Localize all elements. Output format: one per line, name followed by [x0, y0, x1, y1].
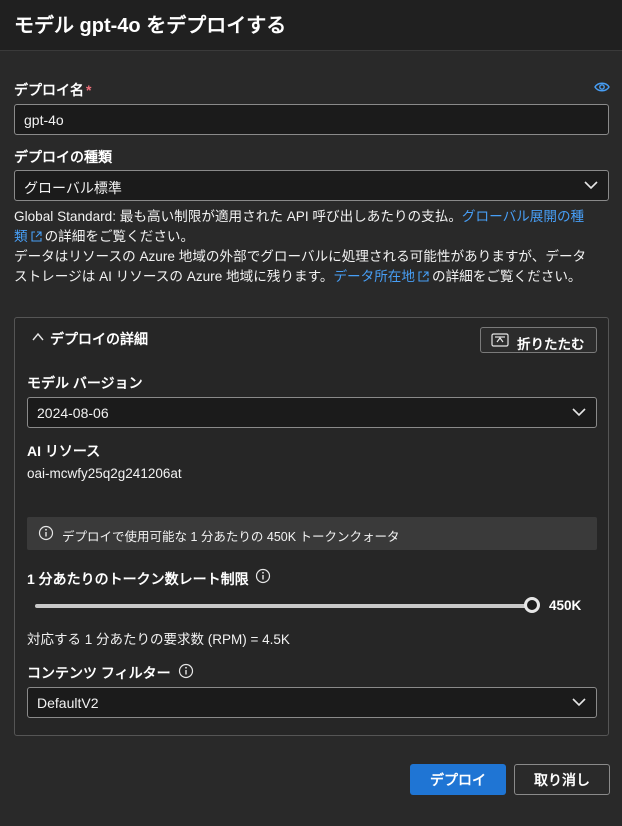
description-line-3: データはリソースの Azure 地域の外部でグローバルに処理される可能性がありま…	[14, 249, 587, 264]
external-link-icon	[31, 231, 42, 242]
content-filter-value: DefaultV2	[37, 695, 99, 711]
model-version-label: モデル バージョン	[27, 375, 143, 391]
content-filter-select[interactable]: DefaultV2	[27, 687, 597, 718]
deploy-type-value: グローバル標準	[24, 180, 122, 196]
description-text-4: ストレージは AI リソースの Azure 地域に残ります。	[14, 269, 334, 284]
details-title: デプロイの詳細	[50, 331, 148, 347]
rate-limit-label: 1 分あたりのトークン数レート制限	[27, 571, 249, 587]
collapse-button[interactable]: 折りたたむ	[480, 327, 597, 353]
description-line-2: 類 の詳細をご覧ください。	[14, 227, 614, 247]
chevron-up-icon[interactable]	[32, 332, 44, 342]
content-filter-label: コンテンツ フィルター	[27, 665, 171, 681]
global-deployment-link[interactable]: グローバル展開の種	[462, 209, 584, 224]
deploy-name-label: デプロイ名 *	[14, 80, 91, 100]
model-version-value: 2024-08-06	[37, 405, 109, 421]
external-link-icon	[418, 271, 429, 282]
dialog-header: モデル gpt-4o をデプロイする	[0, 0, 622, 51]
ai-resource-value: oai-mcwfy25q2g241206at	[27, 466, 182, 481]
info-icon[interactable]	[178, 663, 194, 679]
description-text-5: の詳細をご覧ください。	[432, 269, 582, 284]
deploy-type-label: デプロイの種類	[14, 149, 112, 165]
chevron-down-icon	[584, 181, 598, 190]
required-mark: *	[86, 82, 92, 98]
cancel-button[interactable]: 取り消し	[514, 764, 610, 795]
description-line-4: ストレージは AI リソースの Azure 地域に残ります。データ所在地 の詳細を…	[14, 267, 614, 287]
collapse-button-label: 折りたたむ	[517, 337, 585, 352]
rate-limit-slider-track[interactable]	[35, 604, 533, 608]
rate-limit-value: 450K	[549, 598, 582, 613]
description-text-1: Global Standard: 最も高い制限が適用された API 呼び出しあた…	[14, 209, 462, 224]
chevron-down-icon	[572, 408, 586, 417]
quota-info-text: デプロイで使用可能な 1 分あたりの 450K トークンクォータ	[62, 530, 400, 544]
deploy-name-input[interactable]: gpt-4o	[14, 104, 609, 135]
info-icon	[38, 525, 54, 541]
deploy-details-panel: デプロイの詳細 折りたたむ モデル バージョン 2024-08-06 AI リソ…	[14, 317, 609, 736]
ai-resource-label: AI リソース	[27, 443, 101, 459]
deploy-name-value: gpt-4o	[24, 112, 64, 128]
model-version-select[interactable]: 2024-08-06	[27, 397, 597, 428]
rate-limit-slider-thumb[interactable]	[524, 597, 540, 613]
deploy-name-label-text: デプロイ名	[14, 82, 84, 98]
info-icon[interactable]	[255, 568, 271, 584]
dialog-title: モデル gpt-4o をデプロイする	[14, 15, 287, 37]
eye-icon[interactable]	[594, 81, 610, 93]
description-text-2: の詳細をご覧ください。	[44, 229, 195, 244]
chevron-down-icon	[572, 698, 586, 707]
collapse-icon	[491, 333, 509, 347]
deploy-button[interactable]: デプロイ	[410, 764, 506, 795]
deploy-type-select[interactable]: グローバル標準	[14, 170, 609, 201]
global-deployment-link-cont[interactable]: 類	[14, 229, 28, 244]
data-residency-link[interactable]: データ所在地	[333, 269, 415, 284]
description-line-1: Global Standard: 最も高い制限が適用された API 呼び出しあた…	[14, 207, 614, 227]
deploy-type-description: Global Standard: 最も高い制限が適用された API 呼び出しあた…	[14, 207, 614, 287]
quota-info-bar: デプロイで使用可能な 1 分あたりの 450K トークンクォータ	[27, 517, 597, 550]
rpm-text: 対応する 1 分あたりの要求数 (RPM) = 4.5K	[27, 632, 290, 647]
